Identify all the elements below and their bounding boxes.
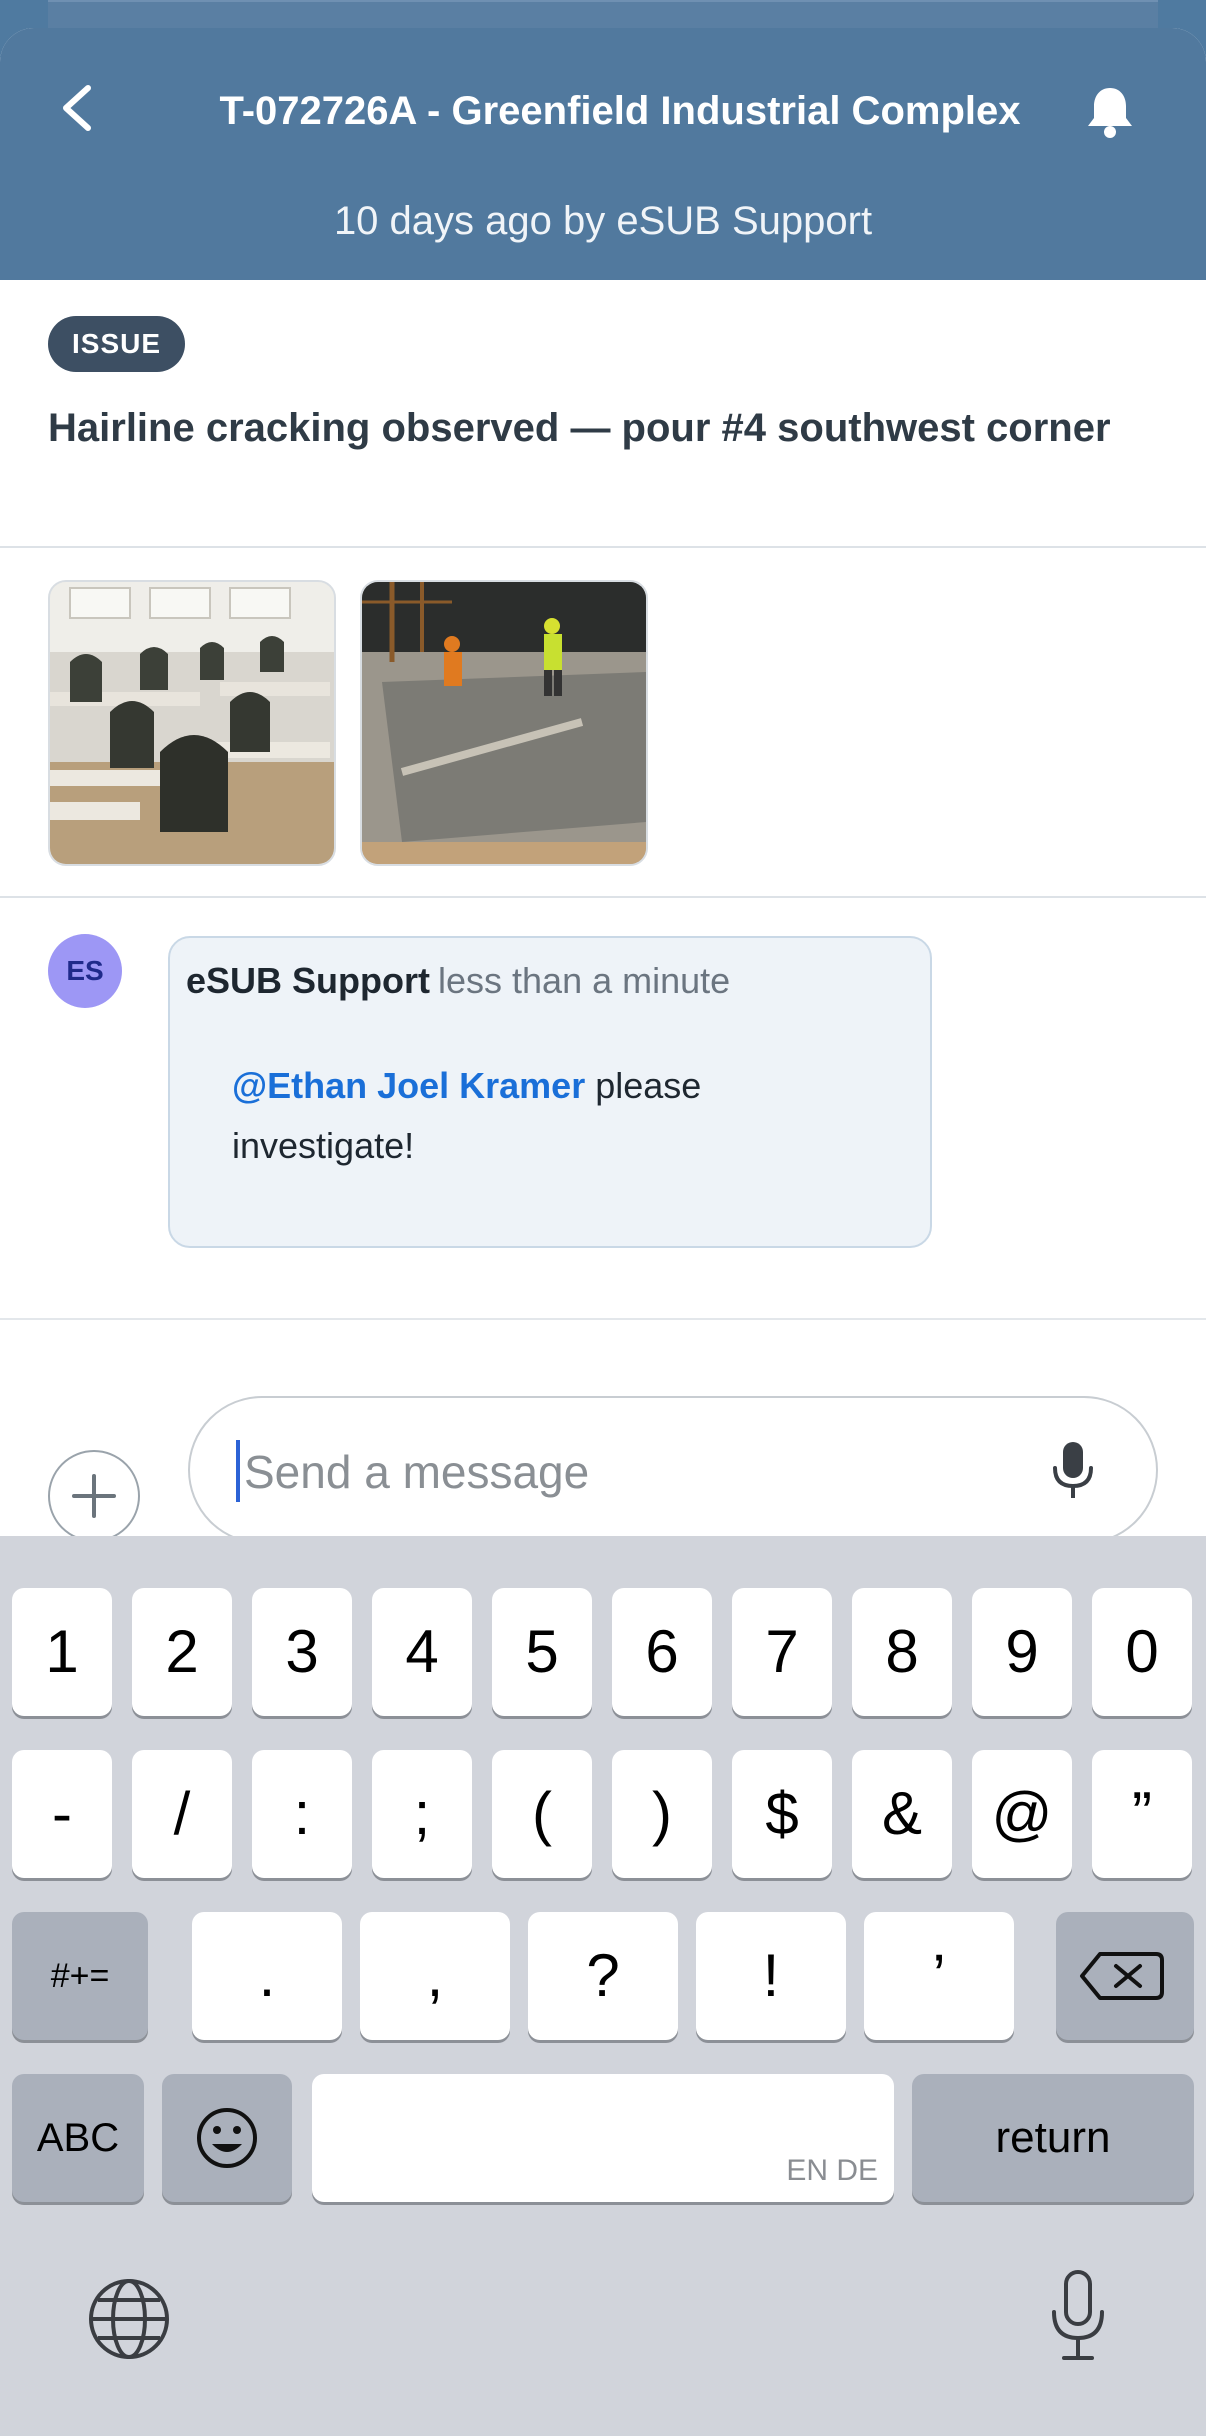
issue-badge: ISSUE xyxy=(48,316,186,372)
delete-key[interactable] xyxy=(1056,1912,1194,2040)
key-label: 3 xyxy=(285,1618,319,1685)
header-title: T-072726A - Greenfield Industrial Comple… xyxy=(219,89,1021,133)
key-5[interactable]: 5 xyxy=(492,1588,592,1716)
key-label: / xyxy=(173,1780,191,1847)
space-key[interactable]: EN DE xyxy=(312,2074,894,2202)
message-input-wrapper xyxy=(188,1396,1158,1544)
key-label: 8 xyxy=(885,1618,919,1685)
key-label: - xyxy=(52,1780,72,1847)
key-abc[interactable]: ABC xyxy=(12,2074,144,2202)
user-mention-link[interactable]: @Ethan Joel Kramer xyxy=(232,1065,585,1106)
key-label: ? xyxy=(586,1942,620,2009)
key-label: ; xyxy=(413,1780,431,1847)
comment-author: eSUB Support xyxy=(186,960,431,1001)
key-label: 5 xyxy=(525,1618,559,1685)
key-9[interactable]: 9 xyxy=(972,1588,1072,1716)
key-label: 0 xyxy=(1125,1618,1159,1685)
issue-summary: ISSUE Hairline cracking observed — pour … xyxy=(0,280,1206,548)
bell-icon xyxy=(1088,88,1132,138)
photo-thumbnail-classroom[interactable] xyxy=(48,580,336,866)
key-label: ! xyxy=(762,1942,780,2009)
key-label: 6 xyxy=(645,1618,679,1685)
key-label: 9 xyxy=(1005,1618,1039,1685)
key-semicolon[interactable]: ; xyxy=(372,1750,472,1878)
key-label: : xyxy=(293,1780,311,1847)
globe-icon xyxy=(89,2279,169,2359)
key-question[interactable]: ? xyxy=(528,1912,678,2040)
numeric-keyboard: 1 2 3 4 5 6 7 8 9 0 - / : ; ( ) $ & @ ” … xyxy=(0,1536,1206,2436)
key-label: , xyxy=(426,1942,444,2009)
voice-input-button[interactable] xyxy=(1050,1440,1096,1502)
classroom-photo xyxy=(50,582,334,864)
key-label: 7 xyxy=(765,1618,799,1685)
photo-strip xyxy=(0,548,1206,898)
key-open-paren[interactable]: ( xyxy=(492,1750,592,1878)
key-8[interactable]: 8 xyxy=(852,1588,952,1716)
key-label: $ xyxy=(765,1780,799,1847)
key-label: 2 xyxy=(165,1618,199,1685)
header-bar: T-072726A - Greenfield Industrial Comple… xyxy=(0,28,1206,280)
key-comma[interactable]: , xyxy=(360,1912,510,2040)
backspace-icon xyxy=(1080,1952,1164,2000)
key-dollar[interactable]: $ xyxy=(732,1750,832,1878)
key-quote[interactable]: ” xyxy=(1092,1750,1192,1878)
comment-time: less than a minute xyxy=(438,960,731,1001)
text-cursor xyxy=(236,1440,240,1502)
chevron-left-icon xyxy=(63,85,91,131)
key-label: ” xyxy=(1132,1780,1152,1847)
key-label: return xyxy=(995,2113,1111,2162)
key-4[interactable]: 4 xyxy=(372,1588,472,1716)
concrete-pour-photo xyxy=(362,582,646,864)
header-subtitle: 10 days ago by eSUB Support xyxy=(333,199,873,243)
key-label: 1 xyxy=(45,1618,79,1685)
key-label: @ xyxy=(991,1780,1053,1847)
key-0[interactable]: 0 xyxy=(1092,1588,1192,1716)
add-attachment-button[interactable] xyxy=(48,1450,140,1542)
key-colon[interactable]: : xyxy=(252,1750,352,1878)
space-language-label: EN DE xyxy=(786,2154,878,2187)
issue-title: Hairline cracking observed — pour #4 sou… xyxy=(48,406,1111,450)
key-hyphen[interactable]: - xyxy=(12,1750,112,1878)
key-label: 4 xyxy=(405,1618,439,1685)
plus-icon xyxy=(72,1474,116,1518)
key-close-paren[interactable]: ) xyxy=(612,1750,712,1878)
comment-body: @Ethan Joel Kramer please investigate! xyxy=(232,1056,872,1176)
key-slash[interactable]: / xyxy=(132,1750,232,1878)
key-label: . xyxy=(258,1942,276,2009)
photo-thumbnail-concrete-pour[interactable] xyxy=(360,580,648,866)
comment-bubble: eSUB Support less than a minute @Ethan Jo… xyxy=(168,936,932,1248)
microphone-icon xyxy=(1052,2270,1104,2360)
key-apostrophe[interactable]: ’ xyxy=(864,1912,1014,2040)
globe-button[interactable] xyxy=(84,2274,174,2364)
notifications-button[interactable] xyxy=(1080,82,1140,142)
dictation-button[interactable] xyxy=(1046,2268,1110,2364)
key-7[interactable]: 7 xyxy=(732,1588,832,1716)
key-label: & xyxy=(881,1780,923,1847)
emoji-key[interactable] xyxy=(162,2074,292,2202)
return-key[interactable]: return xyxy=(912,2074,1194,2202)
emoji-icon xyxy=(197,2108,257,2168)
comment-header: eSUB Support less than a minute xyxy=(186,958,730,1004)
key-label: ABC xyxy=(36,2116,120,2160)
key-exclamation[interactable]: ! xyxy=(696,1912,846,2040)
key-at[interactable]: @ xyxy=(972,1750,1072,1878)
key-1[interactable]: 1 xyxy=(12,1588,112,1716)
key-symbols-toggle[interactable]: #+= xyxy=(12,1912,148,2040)
back-button[interactable] xyxy=(52,80,108,136)
key-label: ) xyxy=(652,1780,672,1847)
microphone-icon xyxy=(1053,1442,1093,1498)
avatar: ES xyxy=(48,934,122,1008)
key-label: ( xyxy=(532,1780,552,1847)
key-6[interactable]: 6 xyxy=(612,1588,712,1716)
comment-thread: ES eSUB Support less than a minute @Ethan… xyxy=(0,898,1206,1320)
key-label: #+= xyxy=(50,1957,110,1995)
key-label: ’ xyxy=(932,1942,946,2009)
message-input[interactable] xyxy=(242,1432,1006,1512)
key-ampersand[interactable]: & xyxy=(852,1750,952,1878)
key-period[interactable]: . xyxy=(192,1912,342,2040)
key-3[interactable]: 3 xyxy=(252,1588,352,1716)
key-2[interactable]: 2 xyxy=(132,1588,232,1716)
